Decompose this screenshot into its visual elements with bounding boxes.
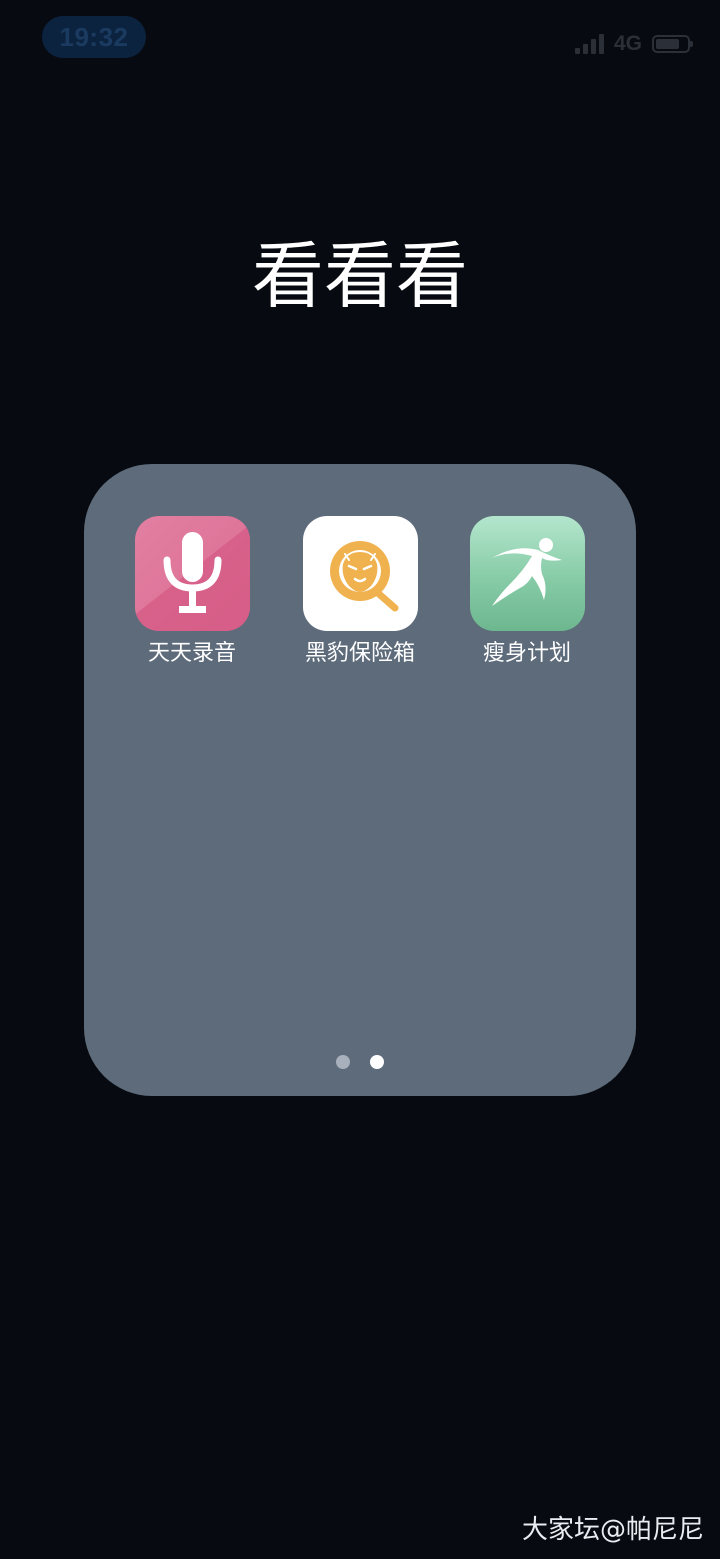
app-label: 黑豹保险箱 — [304, 641, 415, 666]
network-type: 4G — [613, 32, 642, 55]
app-recorder[interactable]: 天天录音 — [122, 516, 262, 669]
status-time: 19:32 — [42, 16, 146, 58]
app-vault[interactable]: 黑豹保险箱 — [290, 516, 430, 669]
page-dot-active[interactable] — [370, 1055, 384, 1069]
app-fitness[interactable]: 瘦身计划 — [457, 516, 597, 669]
battery-icon — [652, 35, 693, 53]
app-label: 天天录音 — [147, 641, 236, 666]
panther-vault-icon[interactable] — [302, 516, 418, 631]
runner-icon[interactable] — [469, 516, 585, 631]
watermark: 大家坛@帕尼尼 — [521, 1515, 704, 1545]
status-indicators: 4G — [574, 30, 693, 58]
page-dot[interactable] — [336, 1055, 350, 1069]
page-indicator[interactable] — [84, 1055, 636, 1069]
folder-title[interactable]: 看看看 — [0, 228, 720, 324]
app-label: 瘦身计划 — [482, 641, 571, 666]
microphone-icon[interactable] — [134, 516, 250, 631]
folder-panel: 天天录音 黑豹保险箱 瘦身计划 — [84, 464, 636, 1096]
signal-icon — [574, 34, 604, 54]
